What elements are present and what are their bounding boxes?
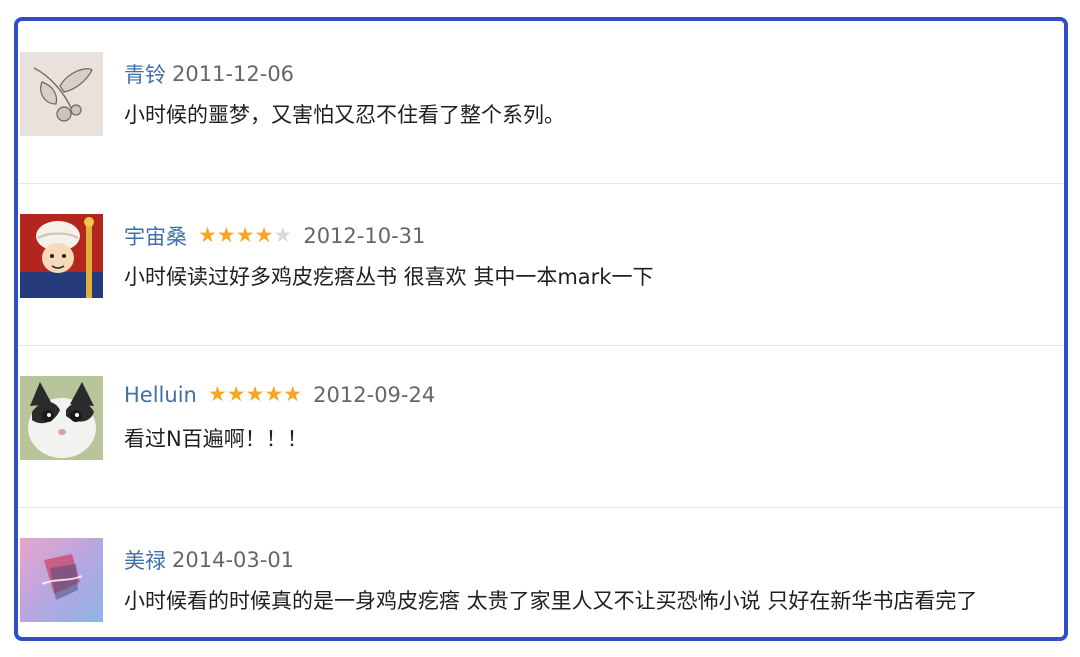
comment-text: 小时候读过好多鸡皮疙瘩丛书 很喜欢 其中一本mark一下 bbox=[124, 265, 654, 289]
comment-meta: 青铃 2011-12-06 bbox=[124, 59, 294, 87]
comment-item: 美禄 2014-03-01 小时候看的时候真的是一身鸡皮疙瘩 太贵了家里人又不让买… bbox=[18, 507, 1064, 637]
comment-text: 看过N百遍啊！！！ bbox=[124, 427, 308, 451]
star-icon: ★ bbox=[245, 381, 265, 406]
author-name[interactable]: 宇宙桑 bbox=[124, 225, 187, 249]
comment-list-frame: 青铃 2011-12-06 小时候的噩梦，又害怕又忍不住看了整个系列。 宇宙桑 ★… bbox=[14, 17, 1068, 641]
avatar[interactable] bbox=[20, 376, 103, 460]
comment-date: 2011-12-06 bbox=[172, 62, 295, 86]
comment-text: 小时候看的时候真的是一身鸡皮疙瘩 太贵了家里人又不让买恐怖小说 只好在新华书店看… bbox=[124, 589, 978, 613]
comment-item: 宇宙桑 ★★★★★ 2012-10-31 小时候读过好多鸡皮疙瘩丛书 很喜欢 其… bbox=[18, 183, 1064, 346]
star-icon: ★ bbox=[216, 222, 236, 247]
rating-stars: ★★★★★ bbox=[207, 381, 303, 406]
avatar[interactable] bbox=[20, 52, 103, 136]
comment-meta: Helluin ★★★★★ 2012-09-24 bbox=[124, 383, 435, 411]
comment-text: 小时候的噩梦，又害怕又忍不住看了整个系列。 bbox=[124, 103, 565, 127]
author-name[interactable]: 青铃 bbox=[124, 63, 166, 87]
comment-date: 2012-10-31 bbox=[303, 224, 426, 248]
star-icon: ★ bbox=[283, 381, 303, 406]
star-icon: ★ bbox=[207, 381, 227, 406]
author-name[interactable]: 美禄 bbox=[124, 549, 166, 573]
comment-date: 2014-03-01 bbox=[172, 548, 295, 572]
comment-item: Helluin ★★★★★ 2012-09-24 看过N百遍啊！！！ bbox=[18, 345, 1064, 508]
comment-date: 2012-09-24 bbox=[313, 383, 436, 407]
star-icon: ★ bbox=[254, 222, 274, 247]
star-icon: ★ bbox=[226, 381, 246, 406]
star-icon: ★ bbox=[264, 381, 284, 406]
star-icon: ★ bbox=[198, 222, 217, 247]
avatar[interactable] bbox=[20, 214, 103, 298]
author-name[interactable]: Helluin bbox=[124, 383, 197, 407]
avatar[interactable] bbox=[20, 538, 103, 622]
star-icon: ★ bbox=[273, 222, 293, 247]
comment-item: 青铃 2011-12-06 小时候的噩梦，又害怕又忍不住看了整个系列。 bbox=[18, 21, 1064, 184]
rating-stars: ★★★★★ bbox=[198, 222, 293, 247]
star-icon: ★ bbox=[235, 222, 255, 247]
comment-meta: 宇宙桑 ★★★★★ 2012-10-31 bbox=[124, 221, 425, 249]
comment-meta: 美禄 2014-03-01 bbox=[124, 545, 294, 573]
